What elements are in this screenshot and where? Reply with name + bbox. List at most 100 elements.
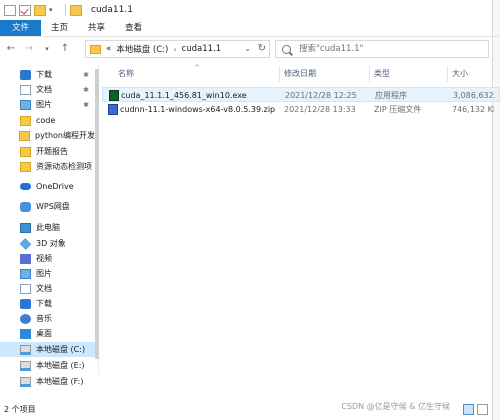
chevron-down-icon[interactable]: ▾ bbox=[49, 6, 57, 14]
sidebar-item-pictures[interactable]: 图片 bbox=[0, 266, 95, 281]
drive-icon bbox=[20, 376, 31, 387]
picture-icon bbox=[20, 268, 31, 279]
sidebar-item-this-pc[interactable]: 此电脑 bbox=[0, 220, 95, 235]
column-headers: ^ 名称 修改日期 类型 大小 bbox=[100, 64, 492, 82]
navigation-pane: 下载 ✱ 文档 ✱ 图片 ✱ code python编程开发 开题报告 资源动态… bbox=[0, 61, 99, 374]
sidebar-item-report[interactable]: 开题报告 bbox=[0, 144, 95, 159]
tab-home[interactable]: 主页 bbox=[41, 20, 78, 36]
sidebar-item-label: 图片 bbox=[36, 100, 52, 109]
column-header-size[interactable]: 大小 bbox=[448, 66, 492, 82]
column-header-name[interactable]: 名称 bbox=[114, 66, 280, 82]
document-icon bbox=[20, 283, 31, 294]
sidebar-item-label: 文档 bbox=[36, 284, 52, 293]
sidebar-item-downloads[interactable]: 下载 bbox=[0, 296, 95, 311]
search-input[interactable] bbox=[299, 44, 479, 54]
picture-icon bbox=[20, 99, 31, 110]
file-size: 3,086,632... bbox=[453, 91, 495, 100]
folder-icon bbox=[19, 130, 31, 141]
checkmark-icon[interactable] bbox=[19, 4, 31, 16]
sidebar-item-onedrive[interactable]: OneDrive bbox=[0, 179, 95, 194]
window-title: cuda11.1 bbox=[91, 5, 133, 15]
onedrive-icon bbox=[20, 183, 31, 190]
sidebar-item-label: 此电脑 bbox=[36, 223, 60, 232]
sidebar-item-label: OneDrive bbox=[36, 182, 74, 191]
sidebar-item-label: 本地磁盘 (C:) bbox=[36, 345, 86, 354]
breadcrumb-overflow[interactable]: « bbox=[106, 44, 111, 54]
zip-icon bbox=[108, 104, 118, 115]
up-arrow-icon[interactable]: ↑ bbox=[58, 42, 72, 56]
watermark: CSDN @亿是守候 & 亿生守候 bbox=[341, 402, 450, 411]
sidebar-item-wps[interactable]: WPS网盘 bbox=[0, 199, 95, 214]
chevron-down-icon[interactable]: ⌄ bbox=[244, 44, 251, 53]
sidebar-item-label: python编程开发 bbox=[35, 131, 95, 140]
music-icon bbox=[20, 313, 31, 324]
sidebar-item-drive-c[interactable]: 本地磁盘 (C:) bbox=[0, 342, 95, 357]
sidebar-item-downloads-pinned[interactable]: 下载 ✱ bbox=[0, 67, 95, 82]
status-bar bbox=[100, 374, 500, 390]
sidebar-item-label: 资源动态检测项 bbox=[36, 162, 92, 171]
search-box[interactable] bbox=[275, 40, 489, 58]
folder-icon bbox=[90, 44, 101, 54]
sidebar-item-drive-e[interactable]: 本地磁盘 (E:) bbox=[0, 358, 95, 373]
recent-locations-icon[interactable]: ▾ bbox=[40, 42, 54, 56]
file-size: 746,132 KB bbox=[452, 105, 494, 114]
sidebar-item-videos[interactable]: 视频 bbox=[0, 251, 95, 266]
drive-icon bbox=[20, 344, 31, 355]
column-header-type[interactable]: 类型 bbox=[370, 66, 448, 82]
column-header-date[interactable]: 修改日期 bbox=[280, 66, 370, 82]
table-row[interactable]: cudnn-11.1-windows-x64-v8.0.5.39.zip 202… bbox=[102, 102, 500, 117]
large-icons-view-icon[interactable] bbox=[477, 404, 488, 415]
sidebar-item-label: 本地磁盘 (F:) bbox=[36, 377, 84, 386]
sidebar-scroll-thumb[interactable] bbox=[95, 69, 99, 359]
properties-icon[interactable] bbox=[4, 4, 16, 16]
sidebar-item-label: 3D 对象 bbox=[36, 239, 66, 248]
tab-share[interactable]: 共享 bbox=[78, 20, 115, 36]
folder-icon bbox=[20, 146, 31, 157]
sidebar-item-label: 桌面 bbox=[36, 329, 52, 338]
sidebar-item-python[interactable]: python编程开发 bbox=[0, 128, 95, 143]
sidebar-item-resource[interactable]: 资源动态检测项 bbox=[0, 159, 95, 174]
ribbon-tabs: 文件 主页 共享 查看 bbox=[0, 20, 500, 37]
sidebar-item-label: 音乐 bbox=[36, 314, 52, 323]
navigation-bar: ← → ▾ ↑ « 本地磁盘 (C:) › cuda11.1 ⌄ ↻ bbox=[0, 37, 500, 61]
sidebar-item-label: 下载 bbox=[36, 299, 52, 308]
download-icon bbox=[20, 298, 31, 309]
sidebar-item-pictures-pinned[interactable]: 图片 ✱ bbox=[0, 97, 95, 112]
refresh-icon[interactable]: ↻ bbox=[258, 43, 266, 54]
document-icon bbox=[20, 84, 31, 95]
sidebar-scrollbar[interactable] bbox=[95, 61, 99, 374]
chevron-right-icon[interactable]: › bbox=[173, 45, 176, 54]
pc-icon bbox=[20, 222, 31, 233]
sidebar-item-3d-objects[interactable]: 3D 对象 bbox=[0, 236, 95, 251]
sidebar-item-drive-f[interactable]: 本地磁盘 (F:) bbox=[0, 374, 95, 389]
folder-icon bbox=[20, 161, 31, 172]
search-icon bbox=[282, 44, 291, 54]
drive-icon bbox=[20, 360, 31, 371]
details-view-icon[interactable] bbox=[463, 404, 474, 415]
folder-icon bbox=[70, 4, 82, 16]
back-arrow-icon[interactable]: ← bbox=[4, 42, 18, 56]
file-type: ZIP 压缩文件 bbox=[374, 105, 422, 114]
explorer-window: ▾ cuda11.1 文件 主页 共享 查看 ← → ▾ ↑ « 本地磁盘 (C… bbox=[0, 0, 500, 420]
forward-arrow-icon[interactable]: → bbox=[22, 42, 36, 56]
sidebar-item-documents-pinned[interactable]: 文档 ✱ bbox=[0, 82, 95, 97]
address-bar[interactable]: « 本地磁盘 (C:) › cuda11.1 ⌄ ↻ bbox=[85, 40, 270, 58]
file-date: 2021/12/28 12:25 bbox=[285, 91, 357, 100]
sidebar-item-code[interactable]: code bbox=[0, 113, 95, 128]
sidebar-item-documents[interactable]: 文档 bbox=[0, 281, 95, 296]
desktop-icon bbox=[20, 328, 31, 339]
sidebar-item-label: 开题报告 bbox=[36, 147, 68, 156]
sidebar-item-music[interactable]: 音乐 bbox=[0, 311, 95, 326]
breadcrumb-local-disk-c[interactable]: 本地磁盘 (C:) bbox=[116, 43, 168, 55]
download-icon bbox=[20, 69, 31, 80]
breadcrumb-cuda11-1[interactable]: cuda11.1 bbox=[182, 44, 222, 54]
new-folder-icon[interactable] bbox=[34, 4, 46, 16]
title-separator bbox=[65, 4, 66, 16]
tab-view[interactable]: 查看 bbox=[115, 20, 152, 36]
tab-file[interactable]: 文件 bbox=[0, 20, 42, 36]
table-row[interactable]: cuda_11.1.1_456.81_win10.exe 2021/12/28 … bbox=[102, 87, 500, 102]
sidebar-item-desktop[interactable]: 桌面 bbox=[0, 326, 95, 341]
sidebar-item-label: 视频 bbox=[36, 254, 52, 263]
sidebar-item-label: 文档 bbox=[36, 85, 52, 94]
sidebar-item-label: 图片 bbox=[36, 269, 52, 278]
